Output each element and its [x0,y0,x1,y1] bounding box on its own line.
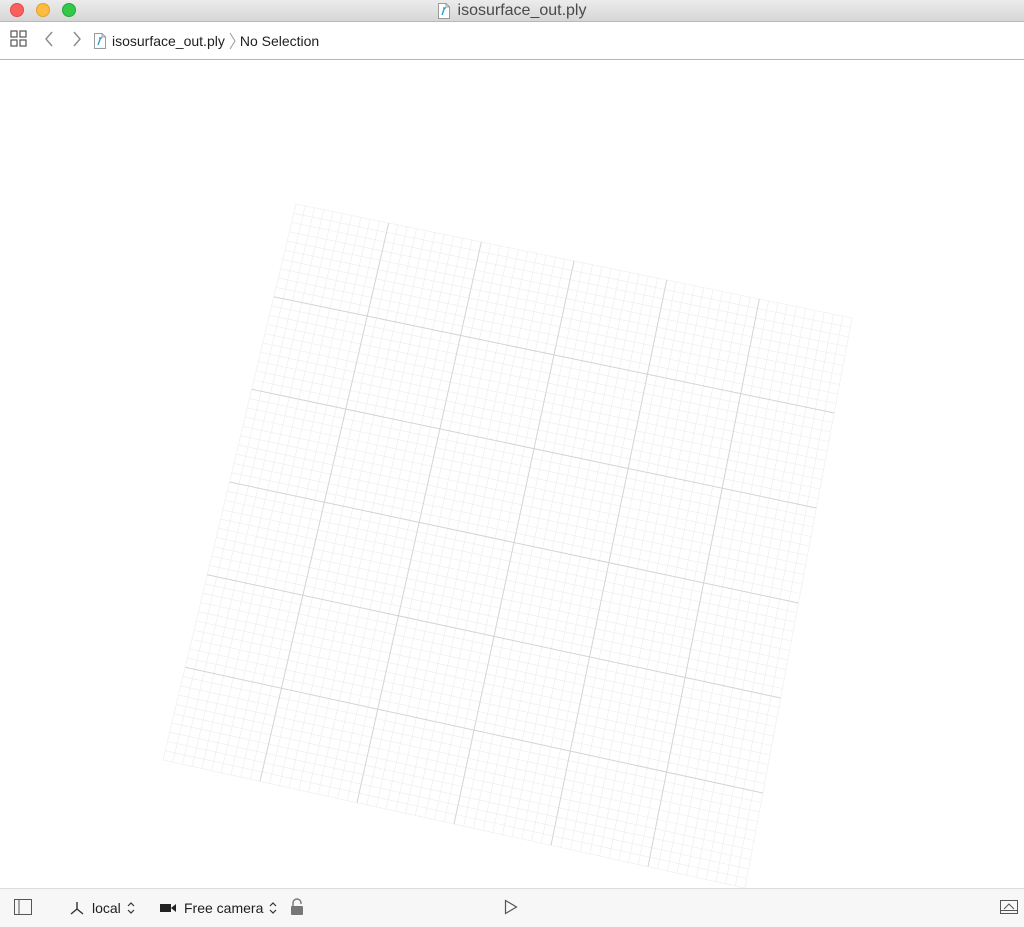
chevron-right-icon [72,31,82,50]
scene-bottom-bar: local Free camera [0,888,1024,927]
window-title: isosurface_out.ply [0,0,1024,22]
scene-editor-window: isosurface_out.ply isosurface_out.ply No… [0,0,1024,927]
sidebar-toggle-icon [14,898,32,918]
jump-bar: isosurface_out.ply No Selection [0,22,1024,60]
breadcrumb-file-label: isosurface_out.ply [112,32,225,49]
camera-label: Free camera [184,900,264,916]
breadcrumb-separator-icon [229,32,236,50]
coordinate-axis-icon [70,901,84,915]
sidebar-toggle-button[interactable] [14,889,32,927]
related-items-button[interactable] [10,29,28,53]
panel-toggle-button[interactable] [1000,889,1018,927]
up-down-stepper-icon [127,901,135,915]
video-camera-icon [160,902,176,914]
camera-popup[interactable]: Free camera [160,889,277,927]
chevron-left-icon [44,31,54,50]
play-icon [504,898,518,918]
forward-button[interactable] [70,29,84,53]
related-items-grid-icon [10,30,28,51]
camera-lock-button[interactable] [290,889,304,927]
ply-file-icon [437,3,450,19]
scene-viewport[interactable] [0,60,1024,888]
breadcrumb-file[interactable]: isosurface_out.ply [94,32,225,49]
coordinate-space-popup[interactable]: local [70,889,135,927]
back-button[interactable] [42,29,56,53]
breadcrumb-selection[interactable]: No Selection [240,33,319,49]
panel-toggle-icon [1000,899,1018,917]
coordinate-space-label: local [92,900,121,916]
unlock-icon [290,897,304,919]
ground-grid [162,203,853,888]
up-down-stepper-icon [269,901,277,915]
ply-file-icon [94,32,106,49]
title-bar: isosurface_out.ply [0,0,1024,22]
play-button[interactable] [504,889,518,927]
window-title-text: isosurface_out.ply [457,2,587,19]
